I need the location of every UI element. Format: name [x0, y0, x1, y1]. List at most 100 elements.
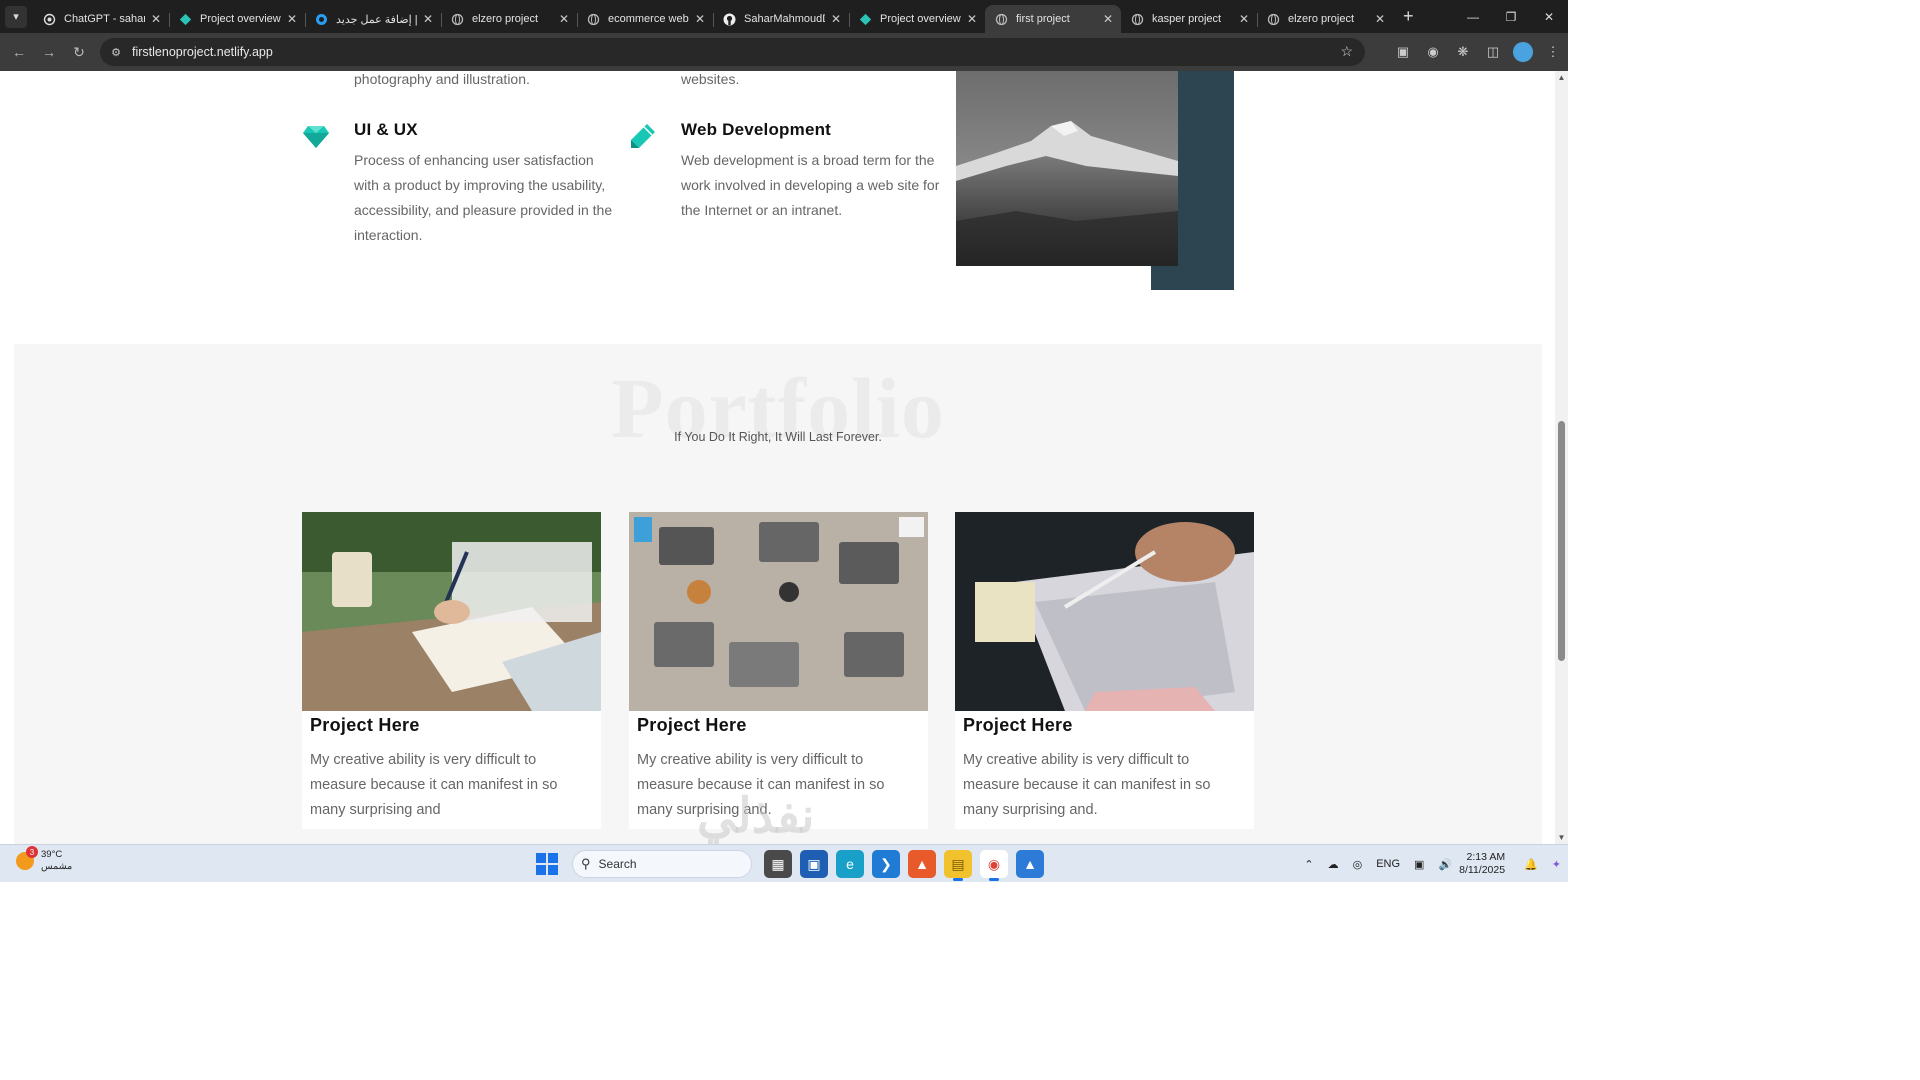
section-subtitle: If You Do It Right, It Will Last Forever…	[674, 430, 882, 444]
page-scrollbar[interactable]: ▲ ▼	[1555, 71, 1568, 844]
close-tab-icon[interactable]: ✕	[967, 12, 977, 26]
app-tray-icon[interactable]: ◎	[1353, 858, 1363, 871]
weather-widget[interactable]: 3 39°C مشمس	[16, 846, 73, 873]
tab-github[interactable]: SaharMahmoudD ✕	[713, 5, 849, 33]
photos-icon[interactable]: ▲	[1016, 850, 1044, 878]
tab-label: kasper project	[1152, 13, 1222, 25]
scroll-up-icon[interactable]: ▲	[1557, 73, 1566, 82]
vscode-icon[interactable]: ❯	[872, 850, 900, 878]
more-menu-icon[interactable]: ⋮	[1538, 37, 1568, 67]
weather-temperature: 39°C	[41, 849, 63, 860]
scrollbar-thumb[interactable]	[1558, 421, 1565, 661]
service-description: Process of enhancing user satisfaction w…	[354, 152, 613, 243]
translate-icon[interactable]: ▣	[1388, 37, 1418, 67]
edge-icon[interactable]: e	[836, 850, 864, 878]
globe-icon	[1267, 13, 1280, 26]
tab-label: ChatGPT - sahar	[64, 13, 145, 25]
clock-time: 2:13 AM	[1466, 851, 1506, 863]
globe-icon	[1131, 13, 1144, 26]
profile-avatar[interactable]	[1513, 42, 1533, 62]
project-image	[629, 512, 928, 711]
tab-label: ecommerce websi	[608, 13, 689, 25]
portfolio-card[interactable]: Project Here My creative ability is very…	[629, 512, 928, 829]
store-icon[interactable]: ▣	[800, 850, 828, 878]
chevron-up-icon[interactable]: ⌃	[1304, 858, 1313, 871]
tab-first-project[interactable]: first project ✕	[985, 5, 1121, 33]
network-icon[interactable]: ▣	[1414, 858, 1424, 871]
tab-label: إضافة عمل جديد |	[336, 13, 417, 26]
sun-icon: 3	[16, 846, 38, 870]
portfolio-card[interactable]: Project Here My creative ability is very…	[955, 512, 1254, 829]
tab-elzero-1[interactable]: elzero project ✕	[441, 5, 577, 33]
extension-icon[interactable]: ◉	[1418, 37, 1448, 67]
tab-label: elzero project	[472, 13, 539, 25]
portfolio-card[interactable]: Project Here My creative ability is very…	[302, 512, 601, 829]
taskbar-search[interactable]: ⚲ Search	[572, 850, 752, 878]
close-tab-icon[interactable]: ✕	[559, 12, 569, 26]
tab-label: Project overview |	[200, 13, 281, 25]
browser-toolbar: ← → ↻ ⚙ firstlenoproject.netlify.app ☆ ▣…	[0, 33, 1568, 71]
close-tab-icon[interactable]: ✕	[1103, 12, 1113, 26]
scroll-down-icon[interactable]: ▼	[1557, 833, 1566, 842]
tab-new-work[interactable]: إضافة عمل جديد | ✕	[305, 5, 441, 33]
search-icon: ⚲	[581, 856, 591, 871]
site-info-icon[interactable]: ⚙	[108, 44, 124, 60]
project-image	[955, 512, 1254, 711]
language-indicator[interactable]: ENG	[1376, 858, 1400, 870]
close-tab-icon[interactable]: ✕	[287, 12, 297, 26]
volume-icon[interactable]: 🔊	[1438, 858, 1452, 871]
forward-arrow-icon[interactable]: →	[34, 37, 64, 67]
restore-icon[interactable]: ❐	[1492, 0, 1530, 33]
minimize-icon[interactable]: —	[1454, 0, 1492, 33]
search-placeholder: Search	[598, 857, 637, 871]
tab-search-button[interactable]: ▾	[5, 5, 27, 28]
window-controls: — ❐ ✕	[1454, 0, 1568, 33]
tab-elzero-2[interactable]: elzero project ✕	[1257, 5, 1393, 33]
mountain-image	[956, 71, 1178, 266]
project-description: My creative ability is very difficult to…	[963, 752, 1211, 818]
bookmark-star-icon[interactable]: ☆	[1340, 43, 1353, 60]
close-tab-icon[interactable]: ✕	[831, 12, 841, 26]
tab-label: first project	[1016, 13, 1070, 25]
task-view-icon[interactable]: ▦	[764, 850, 792, 878]
service-title: UI & UX	[354, 120, 418, 139]
tab-ecommerce[interactable]: ecommerce websi ✕	[577, 5, 713, 33]
copilot-icon[interactable]: ✦	[1552, 858, 1561, 871]
url-text: firstlenoproject.netlify.app	[132, 45, 273, 59]
close-tab-icon[interactable]: ✕	[423, 12, 433, 26]
chrome-icon[interactable]: ◉	[980, 850, 1008, 881]
clock[interactable]: 2:13 AM 8/11/2025	[1459, 851, 1505, 877]
tab-chatgpt[interactable]: ChatGPT - sahar ✕	[33, 5, 169, 33]
back-arrow-icon[interactable]: ←	[4, 37, 34, 67]
file-explorer-icon[interactable]: ▤	[944, 850, 972, 881]
close-window-icon[interactable]: ✕	[1530, 0, 1568, 33]
close-tab-icon[interactable]: ✕	[1239, 12, 1249, 26]
brave-icon[interactable]: ▲	[908, 850, 936, 878]
project-description: My creative ability is very difficult to…	[310, 752, 558, 818]
extension-icon[interactable]: ❋	[1448, 37, 1478, 67]
windows-start-icon[interactable]	[536, 853, 558, 875]
reload-icon[interactable]: ↻	[64, 37, 94, 67]
tab-netlify-2[interactable]: Project overview | ✕	[849, 5, 985, 33]
diamond-icon	[303, 126, 329, 148]
puzzle-icon[interactable]: ◫	[1478, 37, 1508, 67]
notifications-bell-icon[interactable]: 🔔	[1524, 858, 1538, 871]
new-tab-button[interactable]: +	[1403, 6, 1414, 27]
netlify-icon	[859, 13, 872, 26]
address-bar[interactable]: ⚙ firstlenoproject.netlify.app ☆	[100, 38, 1365, 66]
cloud-off-icon[interactable]: ☁	[1328, 858, 1339, 871]
service-ui-ux: UI & UX Process of enhancing user satisf…	[303, 120, 614, 248]
service-title: Web Development	[681, 120, 832, 139]
tab-label: elzero project	[1288, 13, 1355, 25]
service-text-fragment: photography and illustration.	[354, 71, 530, 87]
close-tab-icon[interactable]: ✕	[151, 12, 161, 26]
circle-icon	[315, 13, 328, 26]
weather-description: مشمس	[41, 861, 73, 872]
project-image	[302, 512, 601, 711]
tab-strip: ▾ ChatGPT - sahar ✕ Project overview | ✕…	[0, 0, 1568, 33]
close-tab-icon[interactable]: ✕	[1375, 12, 1385, 26]
system-tray: ⌃ ☁ ◎ ENG ▣ 🔊 2:13 AM 8/11/2025 🔔 ✦	[1297, 845, 1568, 883]
close-tab-icon[interactable]: ✕	[695, 12, 705, 26]
tab-netlify-1[interactable]: Project overview | ✕	[169, 5, 305, 33]
tab-kasper[interactable]: kasper project ✕	[1121, 5, 1257, 33]
